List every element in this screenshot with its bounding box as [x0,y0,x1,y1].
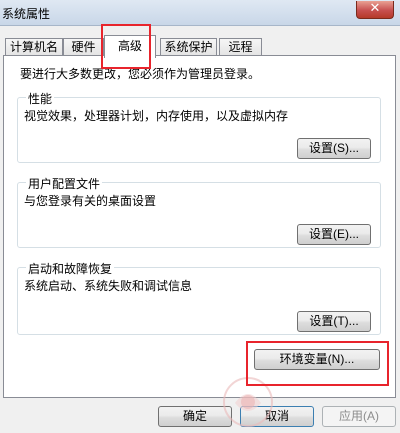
close-button[interactable]: ✕ [356,1,394,19]
user-profiles-description: 与您登录有关的桌面设置 [24,194,157,208]
startup-recovery-settings-label: 设置(T)... [309,314,359,328]
performance-settings-label: 设置(S)... [309,141,359,155]
performance-group: 性能 视觉效果，处理器计划，内存使用，以及虚拟内存 设置(S)... [17,90,381,163]
startup-recovery-group-title: 启动和故障恢复 [26,260,115,277]
admin-notice: 要进行大多数更改，您必须作为管理员登录。 [20,67,261,81]
tab-remote[interactable]: 远程 [219,38,262,56]
tab-advanced[interactable]: 高级 [104,35,156,58]
tab-hardware[interactable]: 硬件 [63,38,104,56]
environment-variables-label: 环境变量(N)... [279,352,355,366]
tab-computer-name[interactable]: 计算机名 [5,38,63,56]
performance-description: 视觉效果，处理器计划，内存使用，以及虚拟内存 [24,109,289,123]
performance-settings-button[interactable]: 设置(S)... [297,138,371,159]
title-bar: 系统属性 ✕ [0,0,400,26]
startup-recovery-settings-button[interactable]: 设置(T)... [297,311,371,332]
startup-recovery-group: 启动和故障恢复 系统启动、系统失败和调试信息 设置(T)... [17,260,381,335]
ok-label: 确定 [182,409,207,423]
apply-button[interactable]: 应用(A) [322,406,396,427]
user-profiles-settings-label: 设置(E)... [309,227,359,241]
apply-label: 应用(A) [339,409,379,423]
startup-recovery-description: 系统启动、系统失败和调试信息 [24,279,193,293]
user-profiles-group-title: 用户配置文件 [26,175,103,192]
window-title: 系统属性 [2,7,51,21]
close-icon: ✕ [369,1,381,16]
user-profiles-settings-button[interactable]: 设置(E)... [297,224,371,245]
user-profiles-group: 用户配置文件 与您登录有关的桌面设置 设置(E)... [17,175,381,248]
environment-variables-button[interactable]: 环境变量(N)... [254,349,380,370]
tab-strip: 计算机名 硬件 高级 系统保护 远程 [0,26,400,58]
tab-system-protection[interactable]: 系统保护 [160,38,217,56]
watermark-logo-icon [223,377,273,427]
performance-group-title: 性能 [26,90,55,107]
